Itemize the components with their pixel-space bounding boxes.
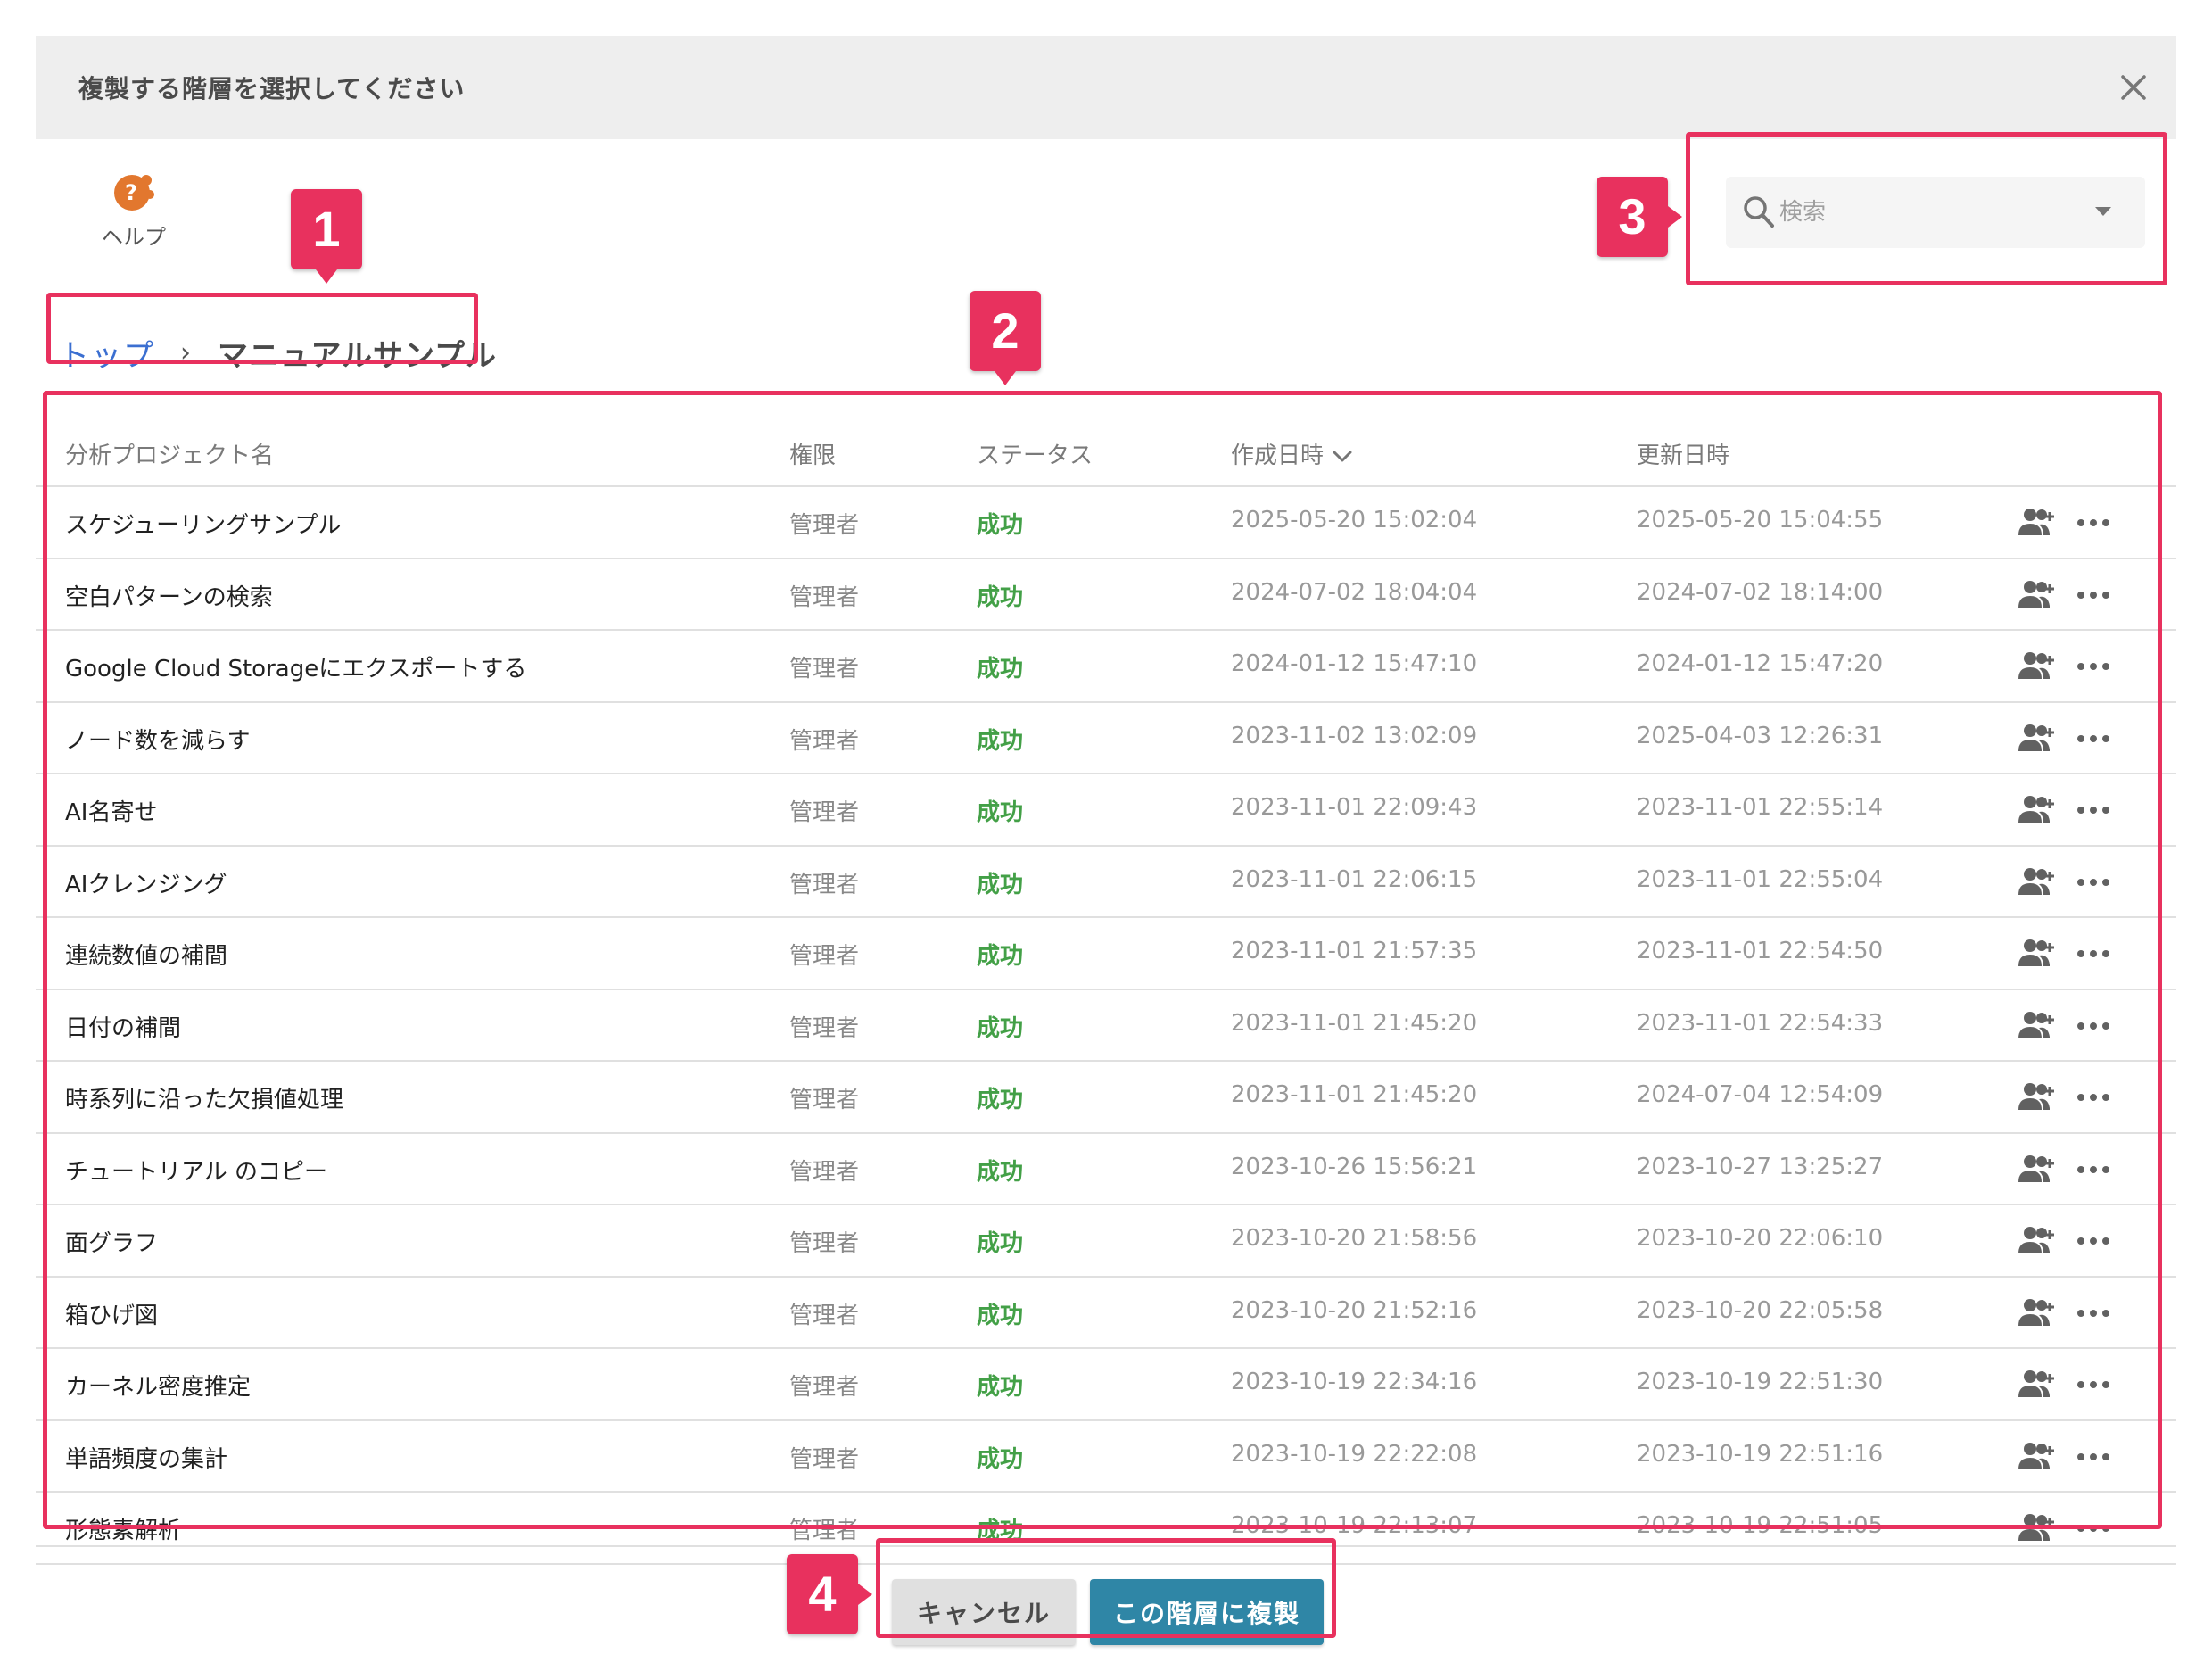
dialog-header: 複製する階層を選択してください [36,36,2176,139]
help-icon: ? [114,175,154,211]
dialog-title: 複製する階層を選択してください [78,74,466,103]
annotation-box-breadcrumb [46,293,478,364]
svg-text:?: ? [125,180,137,205]
annotation-badge-4: 4 [787,1554,872,1634]
annotation-box-footer-buttons [876,1538,1336,1638]
help-button[interactable]: ? ヘルプ [91,170,177,251]
annotation-badge-3: 3 [1597,177,1682,257]
annotation-box-search [1686,132,2167,285]
close-icon[interactable] [2117,71,2150,103]
annotation-box-table [43,391,2162,1529]
help-label: ヘルプ [102,225,166,250]
annotation-badge-1: 1 [291,189,362,284]
annotation-badge-2: 2 [970,291,1041,385]
